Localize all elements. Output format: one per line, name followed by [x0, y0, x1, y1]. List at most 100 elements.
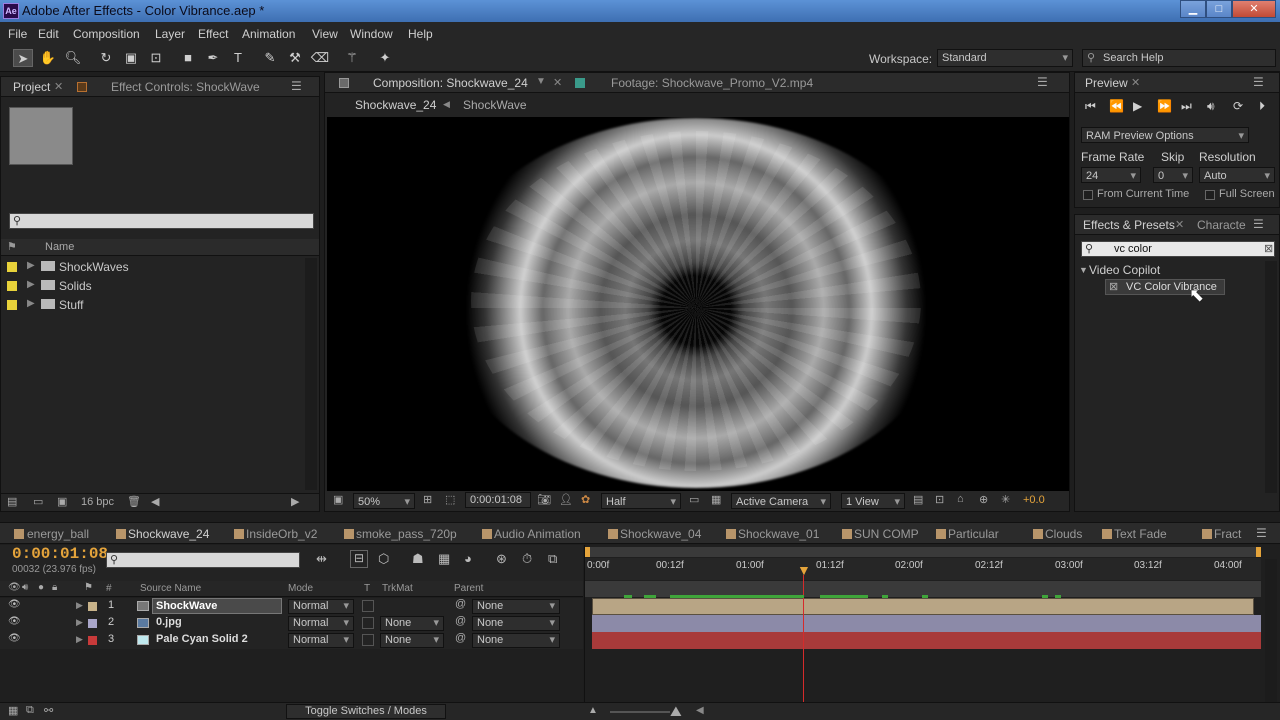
audio-icon[interactable]: 🔊︎ — [1207, 99, 1215, 114]
ram-preview-options-dropdown[interactable]: RAM Preview Options — [1081, 127, 1249, 144]
work-area-start-handle[interactable] — [585, 547, 590, 557]
transparency-grid-icon[interactable]: ▦ — [711, 493, 721, 506]
expand-triangle-icon[interactable]: ▶ — [76, 600, 83, 611]
minimize-button[interactable]: ▁ — [1180, 0, 1206, 18]
eye-icon[interactable]: 👁︎ — [8, 633, 21, 644]
close-tab-icon[interactable]: ✕ — [1131, 76, 1140, 89]
tab-project[interactable]: Project — [13, 80, 50, 94]
region-of-interest-icon[interactable]: ▭ — [689, 493, 699, 506]
tab-footage[interactable]: Footage: Shockwave_Promo_V2.mp4 — [611, 76, 813, 90]
selection-tool-icon[interactable]: ➤ — [13, 49, 33, 67]
tab-timeline-insideorb[interactable]: InsideOrb_v2 — [246, 527, 317, 541]
menu-file[interactable]: File — [8, 27, 27, 41]
new-comp-icon[interactable]: ▣ — [57, 495, 67, 508]
camera-tool-icon[interactable]: ▣ — [121, 49, 141, 67]
preserve-transparency-checkbox[interactable] — [362, 617, 374, 629]
close-button[interactable]: ✕ — [1232, 0, 1276, 18]
tab-timeline-sun-comp[interactable]: SUN COMP — [854, 527, 919, 541]
panel-menu-icon[interactable]: ☰ — [1253, 75, 1264, 89]
list-item[interactable]: ▶ Solids — [1, 277, 301, 296]
previous-frame-icon[interactable]: ⏪ — [1109, 99, 1124, 113]
effect-item-vc-color-vibrance[interactable]: ⊠ VC Color Vibrance — [1105, 279, 1225, 295]
layer-mode-dropdown[interactable]: Normal — [288, 599, 354, 614]
maximize-button[interactable]: □ — [1206, 0, 1232, 18]
eye-icon[interactable]: 👁︎ — [8, 599, 21, 610]
tab-effect-controls[interactable]: Effect Controls: ShockWave — [111, 80, 260, 94]
next-frame-icon[interactable]: ⏩ — [1157, 99, 1172, 113]
layer-label-swatch[interactable] — [88, 636, 97, 645]
ram-preview-icon[interactable]: ⏵ — [1259, 99, 1265, 114]
menu-composition[interactable]: Composition — [73, 27, 140, 41]
layer-name[interactable]: 0.jpg — [156, 616, 182, 628]
list-item[interactable]: ▶ ShockWaves — [1, 258, 301, 277]
expand-triangle-icon[interactable]: ▶ — [27, 260, 35, 271]
expand-triangle-icon[interactable]: ▶ — [76, 617, 83, 628]
brush-tool-icon[interactable]: ✎ — [260, 49, 280, 67]
tab-timeline-energy-ball[interactable]: energy_ball — [27, 527, 89, 541]
preserve-transparency-checkbox[interactable] — [362, 634, 374, 646]
layer-label-swatch[interactable] — [88, 619, 97, 628]
pan-behind-tool-icon[interactable]: ⊡ — [146, 49, 166, 67]
layer-trkmat-dropdown[interactable]: None — [380, 616, 444, 631]
scroll-left-icon[interactable]: ◀ — [151, 495, 159, 508]
menu-effect[interactable]: Effect — [198, 27, 228, 41]
toggle-switches-modes-button[interactable]: Toggle Switches / Modes — [286, 704, 446, 719]
layer-label-swatch[interactable] — [88, 602, 97, 611]
table-row[interactable]: 👁︎ ▶ 1 ShockWave Normal @ None — [0, 598, 583, 615]
always-preview-icon[interactable]: ▣ — [333, 493, 343, 506]
eraser-tool-icon[interactable]: ⌫ — [310, 49, 330, 67]
work-area-bar[interactable] — [585, 547, 1261, 557]
zoom-dropdown[interactable]: 50% — [353, 493, 415, 510]
table-row[interactable]: 👁︎ ▶ 2 0.jpg Normal None @ None — [0, 615, 583, 632]
pickwhip-icon[interactable]: @ — [455, 598, 466, 610]
chevron-down-icon[interactable]: ▼ — [536, 76, 546, 87]
effects-scrollbar[interactable] — [1265, 261, 1277, 493]
exposure-value[interactable]: +0.0 — [1023, 494, 1045, 506]
tab-timeline-shockwave-04[interactable]: Shockwave_04 — [620, 527, 701, 541]
panel-menu-icon[interactable]: ☰ — [1253, 217, 1264, 231]
resolution-dropdown[interactable]: Half — [601, 493, 681, 510]
pickwhip-icon[interactable]: @ — [455, 632, 466, 644]
new-folder-icon[interactable]: ▭ — [33, 495, 43, 508]
view-layout-dropdown[interactable]: 1 View — [841, 493, 905, 510]
rotation-tool-icon[interactable]: ↻ — [96, 49, 116, 67]
exposure-reset-icon[interactable]: ✳ — [1001, 493, 1010, 506]
timeline-current-time[interactable]: 0:00:01:08 — [12, 545, 108, 563]
layer-mode-dropdown[interactable]: Normal — [288, 633, 354, 648]
flowchart-icon[interactable]: ⊕ — [979, 493, 988, 506]
puppet-pin-tool-icon[interactable]: ✦ — [375, 49, 395, 67]
clone-stamp-tool-icon[interactable]: ⚒ — [285, 49, 305, 67]
clear-search-icon[interactable]: ⊠ — [1264, 242, 1273, 255]
zoom-tool-icon[interactable]: 🔍︎ — [63, 49, 83, 67]
menu-view[interactable]: View — [312, 27, 338, 41]
interpret-footage-icon[interactable]: ▤ — [7, 495, 17, 508]
project-search-input[interactable]: ⚲ — [9, 213, 314, 229]
close-tab-icon[interactable]: ✕ — [553, 76, 562, 89]
scroll-left-icon[interactable]: ◀ — [696, 705, 704, 716]
comp-viewer[interactable] — [327, 117, 1069, 491]
motion-blur-icon[interactable]: ◕ — [464, 551, 472, 566]
menu-animation[interactable]: Animation — [242, 27, 295, 41]
play-icon[interactable]: ▶ — [1133, 99, 1142, 113]
zoom-out-icon[interactable]: ▲ — [588, 705, 598, 716]
layer-empty-area[interactable] — [0, 649, 583, 702]
tab-timeline-smoke-pass[interactable]: smoke_pass_720p — [356, 527, 457, 541]
toggle-pixel-aspect-icon[interactable]: ▤ — [913, 493, 923, 506]
timeline-graph[interactable]: 0:00f 00:12f 01:00f 01:12f 02:00f 02:12f… — [584, 545, 1280, 702]
tab-timeline-shockwave-24[interactable]: Shockwave_24 — [128, 527, 209, 541]
snapshot-icon[interactable]: 📷︎ — [537, 493, 551, 506]
pickwhip-icon[interactable]: @ — [455, 615, 466, 627]
in-out-icon[interactable]: ⚯ — [44, 704, 53, 717]
project-scrollbar[interactable] — [305, 258, 317, 490]
effects-search-input[interactable]: ⚲ vc color ⊠ — [1081, 241, 1275, 257]
panel-menu-icon[interactable]: ☰ — [1256, 526, 1267, 540]
layer-bar-solid[interactable] — [592, 632, 1261, 649]
breadcrumb-item-layer[interactable]: ShockWave — [463, 98, 527, 112]
menu-help[interactable]: Help — [408, 27, 433, 41]
layer-trkmat-dropdown[interactable]: None — [380, 633, 444, 648]
draft-3d-icon[interactable]: ⬡ — [378, 551, 389, 567]
type-tool-icon[interactable]: T — [228, 49, 248, 67]
brainstorm-icon[interactable]: ⊛ — [496, 551, 507, 567]
hide-shy-layers-icon[interactable]: ☗ — [412, 551, 424, 567]
menu-edit[interactable]: Edit — [38, 27, 59, 41]
